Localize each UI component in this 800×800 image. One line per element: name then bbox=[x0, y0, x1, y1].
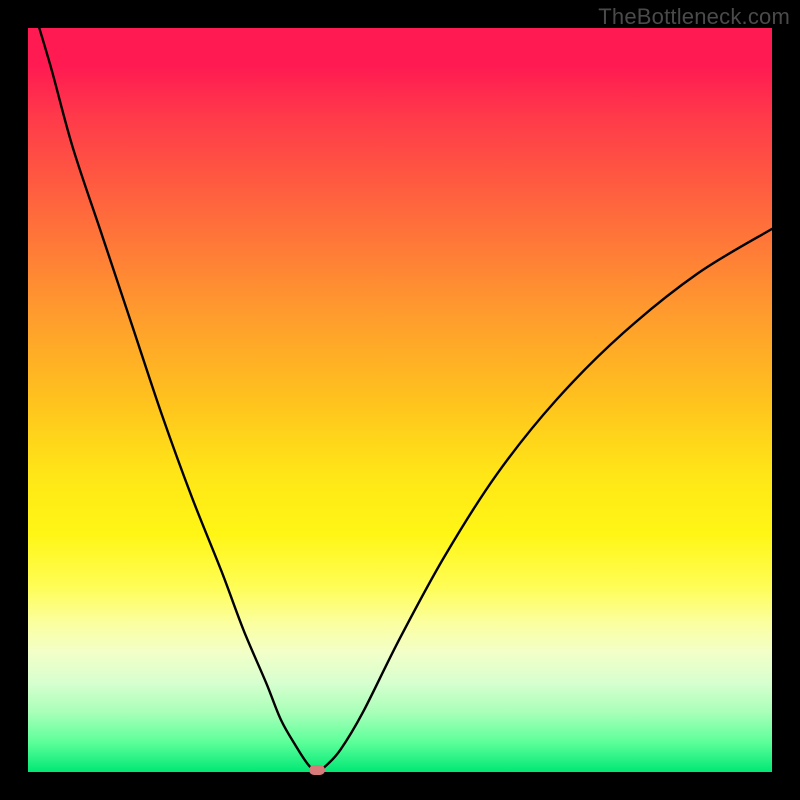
plot-area bbox=[28, 28, 772, 772]
chart-frame: TheBottleneck.com bbox=[0, 0, 800, 800]
bottleneck-curve bbox=[28, 28, 772, 772]
watermark-text: TheBottleneck.com bbox=[598, 4, 790, 30]
bottleneck-minimum-marker bbox=[309, 765, 325, 775]
